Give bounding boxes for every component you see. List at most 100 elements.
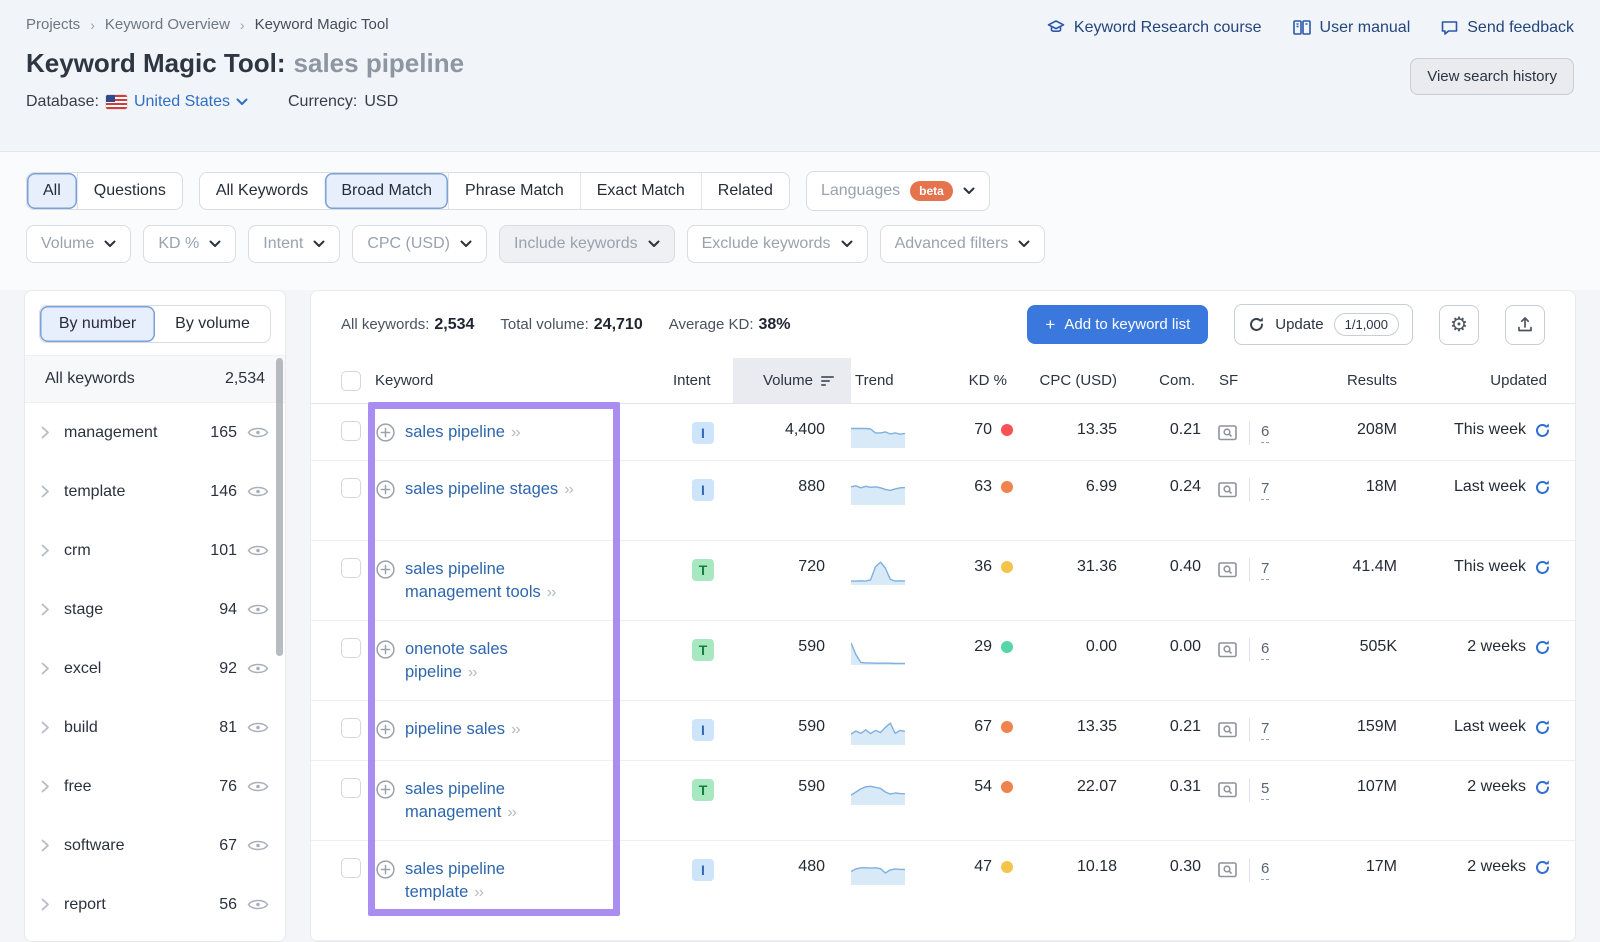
- col-trend[interactable]: Trend: [851, 358, 937, 403]
- row-checkbox[interactable]: [341, 718, 361, 738]
- filter-tab-all[interactable]: All: [27, 173, 77, 209]
- refresh-metrics-icon[interactable]: [1534, 719, 1551, 736]
- add-keyword-icon-wrap[interactable]: [375, 779, 396, 800]
- toggle-by-volume[interactable]: By volume: [155, 306, 270, 342]
- keyword-group-template[interactable]: template146: [25, 462, 285, 521]
- serp-features-icon[interactable]: [1217, 481, 1238, 499]
- sf-count[interactable]: 5: [1261, 780, 1269, 800]
- serp-features-icon[interactable]: [1217, 781, 1238, 799]
- eye-icon[interactable]: [247, 544, 269, 557]
- serp-features-icon[interactable]: [1217, 641, 1238, 659]
- include-keywords-dropdown[interactable]: Include keywords: [499, 225, 675, 263]
- keyword-link[interactable]: sales pipeline››: [405, 421, 520, 444]
- eye-icon[interactable]: [247, 662, 269, 675]
- expand-keyword-icon[interactable]: ››: [511, 721, 520, 738]
- kd-dropdown[interactable]: KD %: [143, 225, 236, 263]
- sf-count[interactable]: 6: [1261, 423, 1269, 443]
- eye-icon[interactable]: [247, 426, 269, 439]
- export-button[interactable]: [1505, 305, 1545, 345]
- sidebar-scrollbar[interactable]: [276, 358, 283, 656]
- refresh-metrics-icon[interactable]: [1534, 559, 1551, 576]
- keyword-group-stage[interactable]: stage94: [25, 580, 285, 639]
- keyword-group-software[interactable]: software67: [25, 816, 285, 875]
- refresh-metrics-icon[interactable]: [1534, 479, 1551, 496]
- keyword-link[interactable]: sales pipeline management››: [405, 778, 581, 824]
- add-keyword-icon[interactable]: [375, 859, 396, 880]
- serp-features-icon[interactable]: [1217, 561, 1238, 579]
- filter-tab-all-keywords[interactable]: All Keywords: [200, 173, 324, 209]
- expand-keyword-icon[interactable]: ››: [564, 481, 573, 498]
- col-updated[interactable]: Updated: [1417, 358, 1551, 403]
- expand-keyword-icon[interactable]: ››: [468, 664, 477, 681]
- add-keyword-icon[interactable]: [375, 479, 396, 500]
- filter-tab-phrase-match[interactable]: Phrase Match: [448, 173, 580, 209]
- add-to-keyword-list-button[interactable]: + Add to keyword list: [1027, 305, 1208, 344]
- eye-icon[interactable]: [247, 485, 269, 498]
- row-checkbox[interactable]: [341, 421, 361, 441]
- serp-features-icon[interactable]: [1217, 721, 1238, 739]
- refresh-metrics-icon[interactable]: [1534, 422, 1551, 439]
- row-checkbox[interactable]: [341, 478, 361, 498]
- row-checkbox[interactable]: [341, 858, 361, 878]
- exclude-keywords-dropdown[interactable]: Exclude keywords: [687, 225, 868, 263]
- keyword-group-management[interactable]: management165: [25, 403, 285, 462]
- table-settings-button[interactable]: ⚙: [1439, 305, 1479, 345]
- expand-keyword-icon[interactable]: ››: [474, 884, 483, 901]
- languages-dropdown[interactable]: Languages beta: [806, 171, 990, 211]
- volume-dropdown[interactable]: Volume: [26, 225, 131, 263]
- add-keyword-icon-wrap[interactable]: [375, 719, 396, 740]
- keyword-research-course-link[interactable]: Keyword Research course: [1046, 18, 1262, 38]
- select-all-checkbox[interactable]: [341, 371, 361, 391]
- sf-count[interactable]: 6: [1261, 640, 1269, 660]
- keyword-group-excel[interactable]: excel92: [25, 639, 285, 698]
- keyword-group-crm[interactable]: crm101: [25, 521, 285, 580]
- serp-features-icon[interactable]: [1217, 424, 1238, 442]
- keyword-group-free[interactable]: free76: [25, 757, 285, 816]
- eye-icon[interactable]: [247, 780, 269, 793]
- row-checkbox[interactable]: [341, 558, 361, 578]
- row-checkbox[interactable]: [341, 638, 361, 658]
- col-com[interactable]: Com.: [1137, 358, 1215, 403]
- keyword-group-report[interactable]: report56: [25, 875, 285, 934]
- add-keyword-icon-wrap[interactable]: [375, 422, 396, 443]
- keyword-group-build[interactable]: build81: [25, 698, 285, 757]
- refresh-metrics-icon[interactable]: [1534, 779, 1551, 796]
- eye-icon[interactable]: [247, 603, 269, 616]
- sf-count[interactable]: 6: [1261, 860, 1269, 880]
- add-keyword-icon[interactable]: [375, 559, 396, 580]
- add-keyword-icon[interactable]: [375, 422, 396, 443]
- sf-count[interactable]: 7: [1261, 480, 1269, 500]
- view-search-history-button[interactable]: View search history: [1410, 58, 1574, 95]
- col-kd[interactable]: KD %: [937, 358, 1027, 403]
- refresh-metrics-icon[interactable]: [1534, 639, 1551, 656]
- keyword-link[interactable]: sales pipeline stages››: [405, 478, 573, 501]
- keyword-link[interactable]: sales pipeline template››: [405, 858, 581, 904]
- col-intent[interactable]: Intent: [673, 358, 733, 403]
- breadcrumb-keyword-overview[interactable]: Keyword Overview: [105, 16, 230, 33]
- add-keyword-icon[interactable]: [375, 719, 396, 740]
- breadcrumb-projects[interactable]: Projects: [26, 16, 80, 33]
- keyword-link[interactable]: pipeline sales››: [405, 718, 520, 741]
- advanced-filters-dropdown[interactable]: Advanced filters: [880, 225, 1046, 263]
- sf-count[interactable]: 7: [1261, 560, 1269, 580]
- serp-features-icon[interactable]: [1217, 861, 1238, 879]
- filter-tab-questions[interactable]: Questions: [77, 173, 182, 209]
- toggle-by-number[interactable]: By number: [40, 306, 155, 342]
- add-keyword-icon-wrap[interactable]: [375, 559, 396, 580]
- add-keyword-icon-wrap[interactable]: [375, 859, 396, 880]
- eye-icon[interactable]: [247, 898, 269, 911]
- filter-tab-related[interactable]: Related: [701, 173, 789, 209]
- update-button[interactable]: Update 1/1,000: [1234, 304, 1413, 345]
- add-keyword-icon[interactable]: [375, 779, 396, 800]
- eye-icon[interactable]: [247, 839, 269, 852]
- col-keyword[interactable]: Keyword: [375, 358, 673, 403]
- user-manual-link[interactable]: User manual: [1292, 19, 1411, 37]
- refresh-metrics-icon[interactable]: [1534, 859, 1551, 876]
- expand-keyword-icon[interactable]: ››: [511, 424, 520, 441]
- col-sf[interactable]: SF: [1215, 358, 1311, 403]
- row-checkbox[interactable]: [341, 778, 361, 798]
- intent-dropdown[interactable]: Intent: [248, 225, 340, 263]
- keyword-link[interactable]: onenote sales pipeline››: [405, 638, 581, 684]
- filter-tab-exact-match[interactable]: Exact Match: [580, 173, 701, 209]
- send-feedback-link[interactable]: Send feedback: [1440, 19, 1574, 37]
